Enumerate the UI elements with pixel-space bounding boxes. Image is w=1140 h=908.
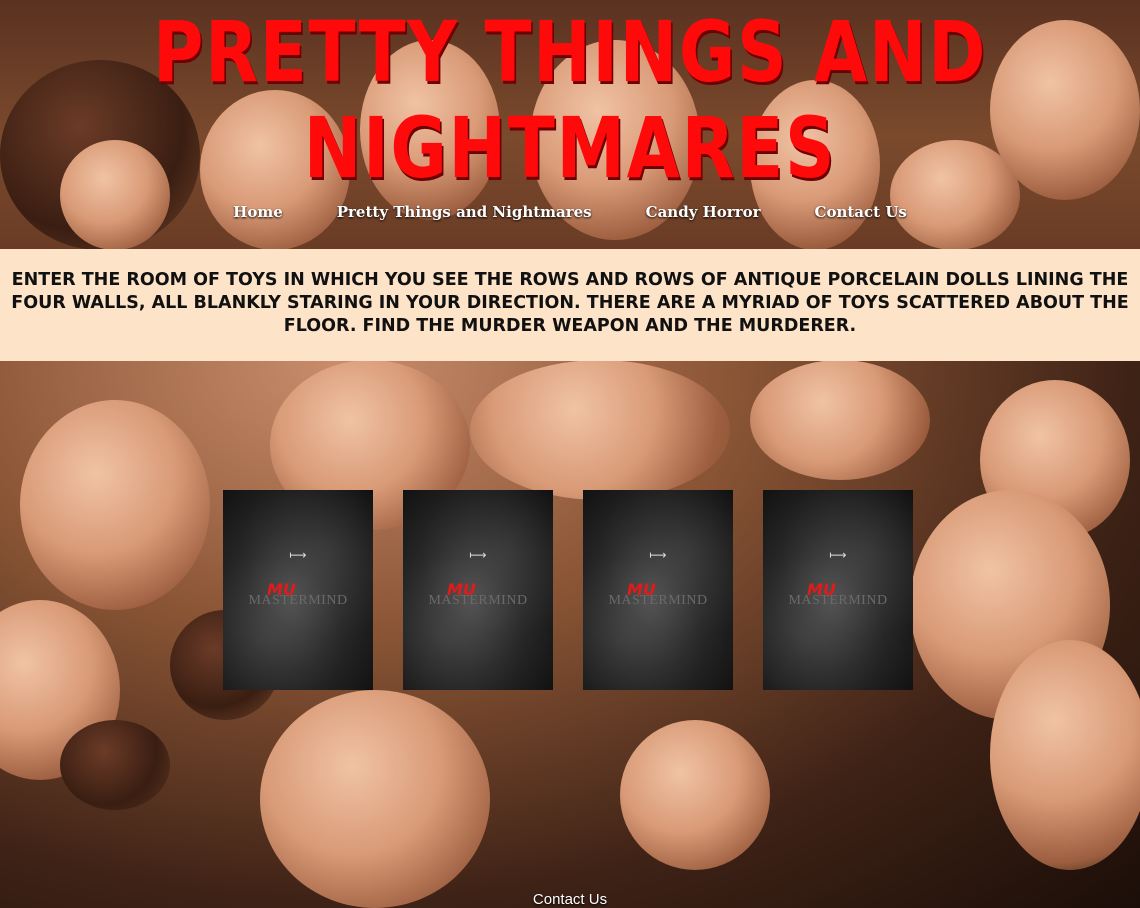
main-nav: Home Pretty Things and Nightmares Candy …	[0, 203, 1140, 221]
site-footer: Contact Us	[0, 889, 1140, 908]
arrow-icon: ⟼	[829, 548, 847, 562]
arrow-icon: ⟼	[649, 548, 667, 562]
smoke-texture	[583, 490, 733, 690]
nav-link-candy-horror[interactable]: Candy Horror	[646, 203, 761, 221]
mastermind-card[interactable]: ⟼ MASTERMIND MU	[223, 490, 373, 690]
footer-contact-link[interactable]: Contact Us	[533, 891, 607, 908]
smoke-texture	[403, 490, 553, 690]
nav-link-home[interactable]: Home	[233, 203, 283, 221]
card-grid: ⟼ MASTERMIND MU ⟼ MASTERMIND MU ⟼ MASTER…	[223, 490, 913, 690]
mu-logo: MU	[807, 580, 836, 599]
mastermind-card[interactable]: ⟼ MASTERMIND MU	[763, 490, 913, 690]
site-header: Pretty Things and Nightmares Home Pretty…	[0, 0, 1140, 249]
site-title: Pretty Things and Nightmares	[152, 3, 988, 197]
smoke-texture	[223, 490, 373, 690]
mastermind-card[interactable]: ⟼ MASTERMIND MU	[583, 490, 733, 690]
mastermind-card[interactable]: ⟼ MASTERMIND MU	[403, 490, 553, 690]
arrow-icon: ⟼	[289, 548, 307, 562]
nav-link-pretty-things-and-nightmares[interactable]: Pretty Things and Nightmares	[337, 203, 592, 221]
smoke-texture	[763, 490, 913, 690]
mu-logo: MU	[267, 580, 296, 599]
mastermind-logo-text: MASTERMIND	[608, 593, 708, 608]
arrow-icon: ⟼	[469, 548, 487, 562]
mu-logo: MU	[447, 580, 476, 599]
mastermind-logo-text: MASTERMIND	[428, 593, 528, 608]
intro-text: Enter the room of toys in which you see …	[11, 270, 1129, 336]
intro-banner: Enter the room of toys in which you see …	[0, 249, 1140, 361]
mastermind-logo-text: MASTERMIND	[788, 593, 888, 608]
mastermind-logo-text: MASTERMIND	[248, 593, 348, 608]
mu-logo: MU	[627, 580, 656, 599]
nav-link-contact-us[interactable]: Contact Us	[815, 203, 907, 221]
